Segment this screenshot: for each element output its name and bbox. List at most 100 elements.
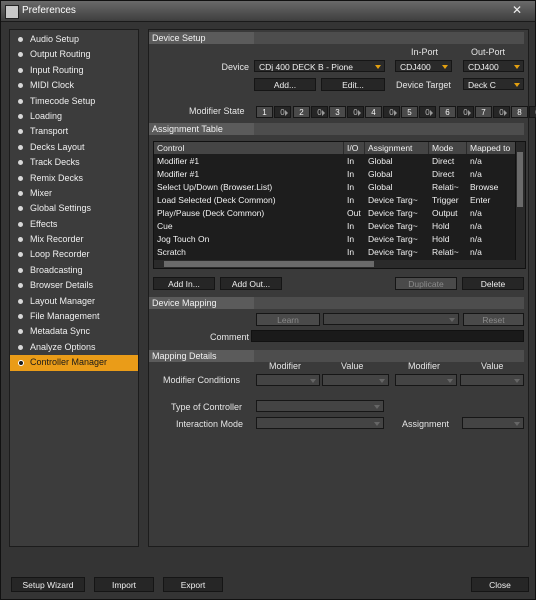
- sidebar-item[interactable]: Mixer: [10, 186, 138, 201]
- chevron-down-icon: [514, 83, 520, 87]
- sidebar-item[interactable]: Output Routing: [10, 47, 138, 62]
- sidebar-item[interactable]: Layout Manager: [10, 294, 138, 309]
- sidebar-item[interactable]: Metadata Sync: [10, 324, 138, 339]
- column-header[interactable]: Assignment: [365, 142, 429, 154]
- sidebar-item[interactable]: Timecode Setup: [10, 94, 138, 109]
- sidebar-item[interactable]: Transport: [10, 124, 138, 139]
- column-header[interactable]: I/O: [344, 142, 365, 154]
- reset-button[interactable]: Reset: [463, 313, 524, 326]
- in-port-dropdown[interactable]: CDJ400: [395, 60, 452, 72]
- duplicate-button[interactable]: Duplicate: [395, 277, 457, 290]
- column-header[interactable]: Mapped to: [467, 142, 517, 154]
- table-cell: Load Selected (Deck Common): [157, 195, 276, 205]
- add-in-button[interactable]: Add In...: [153, 277, 215, 290]
- device-target-dropdown[interactable]: Deck C: [463, 78, 524, 90]
- column-header[interactable]: Mode: [429, 142, 467, 154]
- assignment-table[interactable]: Control I/O Assignment Mode Mapped to Modifi…: [153, 141, 526, 269]
- sidebar-item[interactable]: Global Settings: [10, 201, 138, 216]
- device-label: Device: [221, 62, 249, 72]
- table-row[interactable]: Jog Touch On In Device Targ~ Hold n/a: [154, 233, 517, 246]
- import-button[interactable]: Import: [94, 577, 154, 592]
- sidebar-item[interactable]: Track Decks: [10, 155, 138, 170]
- sidebar-item[interactable]: Remix Decks: [10, 171, 138, 186]
- bullet-icon: [18, 314, 23, 320]
- bullet-icon: [18, 267, 23, 273]
- modifier-value-stepper[interactable]: 0: [347, 106, 364, 118]
- edit-device-button[interactable]: Edit...: [321, 78, 385, 91]
- sidebar-item[interactable]: Decks Layout: [10, 140, 138, 155]
- chevron-down-icon: [374, 422, 380, 426]
- type-of-controller-dropdown[interactable]: [256, 400, 384, 412]
- comment-field[interactable]: [251, 330, 524, 342]
- sidebar-item[interactable]: Browser Details: [10, 278, 138, 293]
- modifier-value-stepper[interactable]: 0: [419, 106, 436, 118]
- add-device-button[interactable]: Add...: [254, 78, 316, 91]
- horizontal-scrollbar[interactable]: [154, 260, 517, 268]
- value-condition-2-dropdown[interactable]: [460, 374, 524, 386]
- modifier-value-stepper[interactable]: 0: [383, 106, 400, 118]
- sidebar-item[interactable]: Input Routing: [10, 63, 138, 78]
- sidebar-item-label: Effects: [30, 218, 58, 229]
- table-row[interactable]: Modifier #1 In Global Direct n/a: [154, 168, 517, 181]
- modifier-number: 2: [293, 106, 310, 118]
- section-title: Assignment Table: [152, 124, 223, 134]
- modifier-value-stepper[interactable]: 0: [274, 106, 291, 118]
- chevron-right-icon: [358, 110, 361, 116]
- delete-button[interactable]: Delete: [462, 277, 524, 290]
- modifier-condition-1-dropdown[interactable]: [256, 374, 320, 386]
- device-target-label: Device Target: [396, 80, 451, 90]
- add-out-button[interactable]: Add Out...: [220, 277, 282, 290]
- modifier-number: 7: [475, 106, 492, 118]
- table-row[interactable]: Modifier #1 In Global Direct n/a: [154, 155, 517, 168]
- sidebar-item-label: Metadata Sync: [30, 326, 91, 337]
- column-header[interactable]: Control: [154, 142, 344, 154]
- chevron-right-icon: [285, 110, 288, 116]
- window-close-icon[interactable]: ✕: [505, 3, 529, 18]
- table-row[interactable]: Cue In Device Targ~ Hold n/a: [154, 220, 517, 233]
- modifier-value-stepper[interactable]: 0: [493, 106, 510, 118]
- sidebar-item[interactable]: Loading: [10, 109, 138, 124]
- modifier-value-stepper[interactable]: 0: [311, 106, 328, 118]
- interaction-mode-dropdown[interactable]: [256, 417, 384, 429]
- sidebar-item[interactable]: Analyze Options: [10, 340, 138, 355]
- modifier-number: 1: [256, 106, 273, 118]
- out-port-dropdown[interactable]: CDJ400: [463, 60, 524, 72]
- sidebar-item[interactable]: Broadcasting: [10, 263, 138, 278]
- chevron-right-icon: [322, 110, 325, 116]
- modifier-condition-2-dropdown[interactable]: [395, 374, 457, 386]
- table-row[interactable]: Play/Pause (Deck Common) Out Device Targ~ O…: [154, 207, 517, 220]
- sidebar-item-label: Mix Recorder: [30, 234, 84, 245]
- assignment-dropdown[interactable]: [462, 417, 524, 429]
- table-cell: Trigger: [432, 195, 459, 205]
- learn-button[interactable]: Learn: [256, 313, 320, 326]
- device-dropdown[interactable]: CDj 400 DECK B - Pione: [254, 60, 385, 72]
- value-condition-1-dropdown[interactable]: [322, 374, 389, 386]
- table-row[interactable]: Scratch In Device Targ~ Relati~ n/a: [154, 246, 517, 259]
- scrollbar-thumb[interactable]: [517, 152, 523, 207]
- export-button[interactable]: Export: [163, 577, 223, 592]
- close-button[interactable]: Close: [471, 577, 529, 592]
- sidebar-item[interactable]: Controller Manager: [10, 355, 138, 371]
- title-bar: Preferences ✕: [1, 1, 535, 22]
- out-port-value: CDJ400: [468, 62, 499, 72]
- sidebar-item[interactable]: File Management: [10, 309, 138, 324]
- modifier-value-stepper[interactable]: 0: [529, 106, 536, 118]
- scrollbar-thumb[interactable]: [164, 261, 374, 267]
- vertical-scrollbar[interactable]: [515, 142, 525, 268]
- sidebar-item-label: Output Routing: [30, 49, 91, 60]
- modifier-column-label: Modifier: [408, 361, 441, 371]
- sidebar-item[interactable]: Audio Setup: [10, 32, 138, 47]
- sidebar-item[interactable]: Loop Recorder: [10, 247, 138, 262]
- modifier-value-stepper[interactable]: 0: [457, 106, 474, 118]
- learn-target-dropdown[interactable]: [323, 313, 459, 325]
- bullet-icon: [18, 252, 23, 258]
- sidebar-item[interactable]: MIDI Clock: [10, 78, 138, 93]
- setup-wizard-button[interactable]: Setup Wizard: [11, 577, 85, 592]
- table-cell: Output: [432, 208, 458, 218]
- table-header-row: Control I/O Assignment Mode Mapped to: [154, 142, 517, 154]
- table-row[interactable]: Load Selected (Deck Common) In Device Targ…: [154, 194, 517, 207]
- sidebar-item[interactable]: Effects: [10, 217, 138, 232]
- section-header-bar: [254, 297, 524, 309]
- table-row[interactable]: Select Up/Down (Browser.List) In Global Rel…: [154, 181, 517, 194]
- sidebar-item[interactable]: Mix Recorder: [10, 232, 138, 247]
